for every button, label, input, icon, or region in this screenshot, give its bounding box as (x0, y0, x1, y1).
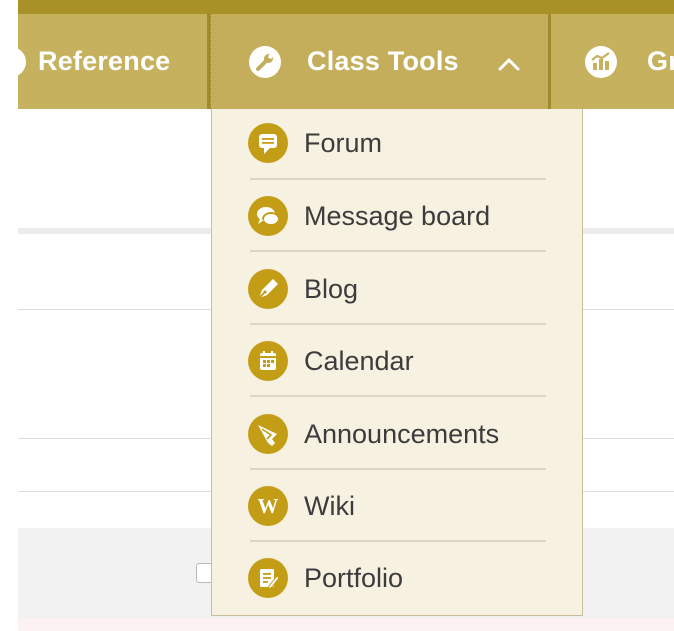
menu-item-label: Message board (304, 200, 491, 231)
menu-item-announcements[interactable]: Announcements (248, 398, 546, 470)
wrench-icon (249, 46, 281, 85)
nav-reference-label: Reference (38, 46, 171, 76)
message-board-icon (248, 196, 288, 236)
wiki-icon: W (248, 486, 288, 526)
menu-item-forum[interactable]: Forum (248, 107, 546, 179)
nav-reference[interactable]: Reference (18, 14, 207, 109)
top-accent-strip (18, 0, 674, 14)
menu-item-wiki[interactable]: W Wiki (248, 470, 546, 542)
reference-icon (18, 47, 26, 77)
nav-class-tools-label: Class Tools (307, 46, 459, 76)
menu-item-label: Wiki (304, 490, 355, 521)
menu-item-label: Announcements (304, 418, 500, 449)
content-panel-footer (18, 618, 674, 631)
menu-item-label: Blog (304, 273, 359, 304)
main-nav-bar: Reference Class Tools Gr (18, 14, 674, 109)
portfolio-icon (248, 558, 288, 598)
menu-item-message-board[interactable]: Message board (248, 180, 546, 252)
chevron-up-icon (497, 50, 521, 81)
blog-icon (248, 269, 288, 309)
forum-icon (248, 123, 288, 163)
class-tools-dropdown: Forum Message board Blog Calendar Announ… (211, 109, 583, 616)
nav-class-tools[interactable]: Class Tools (210, 14, 550, 109)
menu-divider (250, 395, 546, 397)
grades-chart-icon (585, 46, 617, 85)
svg-text:W: W (258, 494, 279, 518)
menu-item-portfolio[interactable]: Portfolio (248, 542, 546, 614)
menu-divider (250, 250, 546, 252)
nav-grades[interactable]: Gr (551, 14, 674, 109)
announcements-icon (248, 414, 288, 454)
menu-item-label: Calendar (304, 345, 414, 376)
menu-item-calendar[interactable]: Calendar (248, 325, 546, 397)
nav-grades-label: Gr (647, 46, 674, 76)
calendar-icon (248, 341, 288, 381)
menu-item-label: Forum (304, 127, 383, 158)
menu-item-label: Portfolio (304, 562, 404, 593)
menu-item-blog[interactable]: Blog (248, 253, 546, 325)
